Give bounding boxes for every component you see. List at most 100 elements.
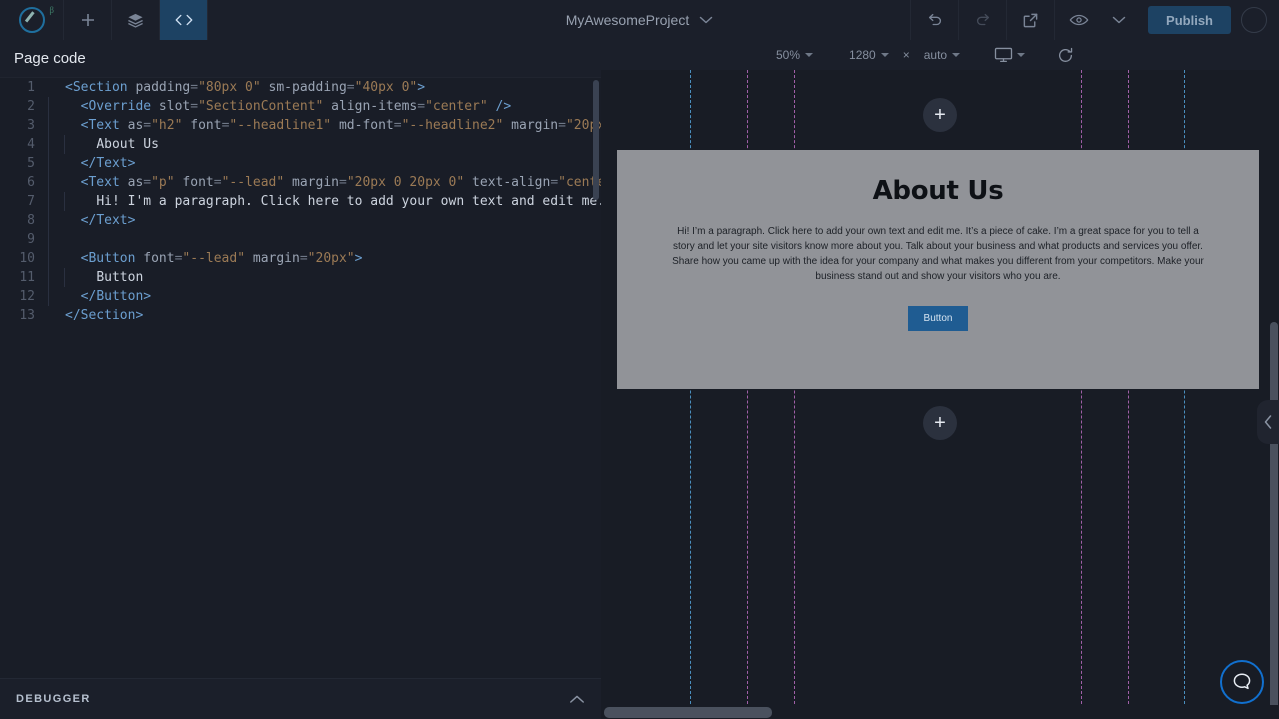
code-token: = — [338, 175, 347, 190]
code-line[interactable]: 11 Button — [0, 268, 601, 287]
preview-options-button[interactable] — [1102, 0, 1136, 40]
code-line[interactable]: 13 </Section> — [0, 306, 601, 325]
indent-guide — [48, 211, 49, 230]
line-content[interactable]: Hi! I'm a paragraph. Click here to add y… — [48, 192, 601, 211]
code-line[interactable]: 9 — [0, 230, 601, 249]
debugger-bar[interactable]: DEBUGGER — [0, 678, 601, 719]
line-number: 9 — [27, 232, 35, 247]
line-content[interactable]: <Override slot="SectionContent" align-it… — [48, 97, 511, 116]
code-line[interactable]: 6 <Text as="p" font="--lead" margin="20p… — [0, 173, 601, 192]
add-block-bottom-button[interactable]: + — [923, 406, 957, 440]
line-content[interactable]: </Button> — [48, 287, 151, 306]
about-cta-button[interactable]: Button — [907, 306, 969, 331]
preview-canvas[interactable]: + About Us Hi! I’m a paragraph. Click he… — [601, 70, 1279, 719]
code-token: </ — [80, 289, 97, 304]
code-token: = — [190, 80, 199, 95]
device-select[interactable] — [994, 47, 1026, 63]
top-toolbar-right: Publish — [910, 0, 1279, 40]
section-about-us[interactable]: About Us Hi! I’m a paragraph. Click here… — [617, 150, 1259, 389]
plus-icon — [81, 14, 94, 26]
about-paragraph[interactable]: Hi! I’m a paragraph. Click here to add y… — [665, 224, 1211, 284]
code-token: font — [135, 251, 175, 266]
open-external-button[interactable] — [1006, 0, 1054, 40]
line-content[interactable]: </Text> — [48, 211, 135, 230]
code-token: = — [346, 80, 355, 95]
project-name[interactable]: MyAwesomeProject — [566, 12, 689, 28]
publish-button[interactable]: Publish — [1148, 6, 1231, 34]
project-menu-button[interactable] — [699, 15, 713, 25]
chevron-up-icon — [570, 695, 584, 703]
width-select[interactable]: 1280 — [849, 48, 889, 62]
code-button[interactable] — [160, 0, 208, 40]
code-line[interactable]: 2 <Override slot="SectionContent" align-… — [0, 97, 601, 116]
line-content[interactable]: </Text> — [48, 154, 135, 173]
code-line[interactable]: 10 <Button font="--lead" margin="20px"> — [0, 249, 601, 268]
code-line[interactable]: 3 <Text as="h2" font="--headline1" md-fo… — [0, 116, 601, 135]
right-panel-toggle[interactable] — [1257, 400, 1279, 444]
code-token: "SectionContent" — [198, 99, 324, 114]
indent-guide — [48, 230, 49, 249]
line-content[interactable]: <Section padding="80px 0" sm-padding="40… — [48, 78, 425, 97]
zoom-select[interactable]: 50% — [776, 48, 814, 62]
chevron-down-icon — [1112, 16, 1126, 24]
code-token: = — [417, 99, 426, 114]
code-brackets-icon — [175, 14, 192, 26]
add-block-top-button[interactable]: + — [923, 98, 957, 132]
code-line[interactable]: 5 </Text> — [0, 154, 601, 173]
preview-toolbar: 50% 1280 × auto — [601, 40, 1279, 70]
code-token: text-align — [464, 175, 551, 190]
code-token: Text — [88, 175, 120, 190]
canvas-horizontal-scrollbar[interactable] — [601, 705, 1279, 719]
code-token: < — [65, 80, 73, 95]
indent-guide — [64, 268, 65, 287]
code-token: > — [417, 80, 426, 95]
code-body[interactable]: 1 <Section padding="80px 0" sm-padding="4… — [0, 78, 601, 325]
line-content[interactable] — [48, 230, 81, 249]
code-token: as — [119, 118, 144, 133]
line-content[interactable]: <Text as="h2" font="--headline1" md-font… — [48, 116, 601, 135]
top-toolbar: β Publish MyAwesomeProject — [0, 0, 1279, 40]
code-token: Section — [80, 308, 136, 323]
canvas-vertical-scrollbar[interactable] — [1269, 70, 1279, 719]
layers-button[interactable] — [112, 0, 160, 40]
chevron-down-icon — [805, 53, 814, 57]
line-content[interactable]: About Us — [48, 135, 159, 154]
canvas-scroll-thumb[interactable] — [1270, 322, 1278, 719]
external-link-icon — [1023, 13, 1038, 27]
line-content[interactable]: <Text as="p" font="--lead" margin="20px … — [48, 173, 601, 192]
code-token: font — [174, 175, 214, 190]
line-number: 6 — [27, 175, 35, 190]
code-line[interactable]: 7 Hi! I'm a paragraph. Click here to add… — [0, 192, 601, 211]
indent-guide — [48, 268, 49, 287]
redo-button[interactable] — [958, 0, 1006, 40]
about-heading[interactable]: About Us — [665, 176, 1211, 206]
refresh-button[interactable] — [1057, 47, 1074, 64]
monitor-icon — [994, 47, 1013, 63]
code-token: sm-padding — [260, 80, 347, 95]
code-line[interactable]: 1 <Section padding="80px 0" sm-padding="4… — [0, 78, 601, 97]
avatar[interactable] — [1241, 7, 1267, 33]
code-token: = — [558, 118, 566, 133]
help-button[interactable] — [1220, 660, 1264, 704]
editor-vertical-scrollbar[interactable] — [591, 78, 601, 678]
line-content[interactable]: Button — [48, 268, 143, 287]
add-button[interactable] — [64, 0, 112, 40]
canvas-hscroll-thumb[interactable] — [604, 707, 772, 718]
code-line[interactable]: 8 </Text> — [0, 211, 601, 230]
chevron-down-icon — [952, 53, 961, 57]
code-line[interactable]: 12 </Button> — [0, 287, 601, 306]
debugger-expand-button[interactable] — [569, 694, 585, 705]
editor-scroll-thumb[interactable] — [593, 80, 599, 200]
quarkly-logo-button[interactable]: β — [0, 0, 64, 40]
line-number: 3 — [27, 118, 35, 133]
preview-eye-button[interactable] — [1054, 0, 1102, 40]
line-number: 7 — [27, 194, 35, 209]
line-content[interactable]: <Button font="--lead" margin="20px"> — [48, 249, 362, 268]
height-select[interactable]: auto — [924, 48, 961, 62]
code-token: /> — [487, 99, 512, 114]
code-editor[interactable]: 1 <Section padding="80px 0" sm-padding="4… — [0, 78, 601, 678]
line-content[interactable]: </Section> — [48, 306, 143, 325]
code-line[interactable]: 4 About Us — [0, 135, 601, 154]
undo-button[interactable] — [910, 0, 958, 40]
